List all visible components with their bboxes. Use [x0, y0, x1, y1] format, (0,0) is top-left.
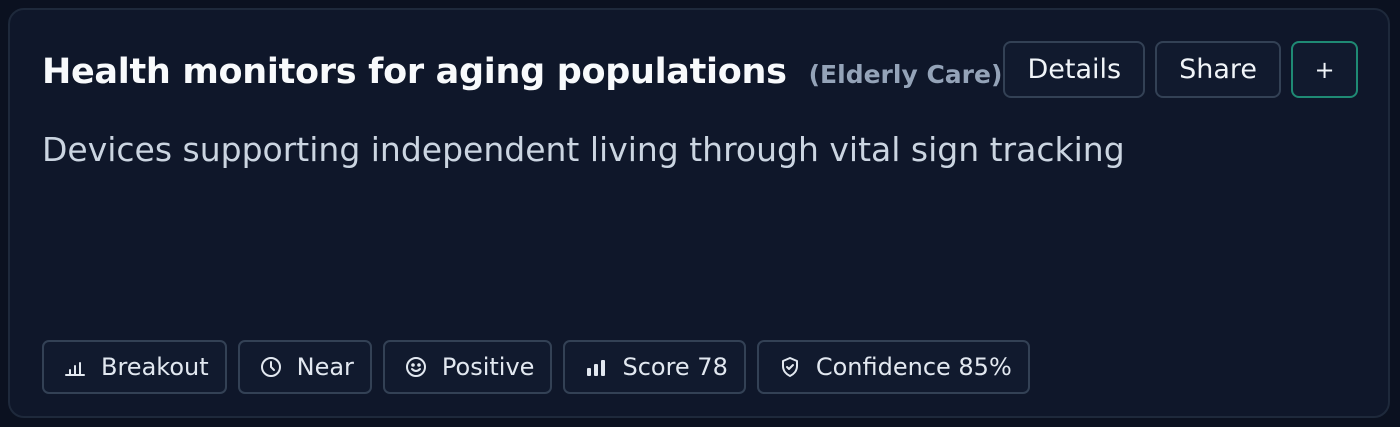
shield-check-icon: [777, 354, 803, 380]
tag-confidence: Confidence 85%: [756, 340, 1030, 394]
clock-icon: [258, 354, 284, 380]
tag-score: Score 78: [563, 340, 746, 394]
tag-label: Confidence 85%: [815, 353, 1012, 381]
smile-icon: [403, 354, 429, 380]
tag-label: Near: [296, 353, 354, 381]
tag-label: Positive: [441, 353, 535, 381]
category-label: (Elderly Care): [808, 60, 1003, 89]
details-button[interactable]: Details: [1003, 41, 1146, 98]
card-title: Health monitors for aging populations: [42, 52, 787, 92]
tag-breakout: Breakout: [42, 340, 227, 394]
card-actions: Details Share +: [1003, 41, 1358, 98]
title-row: Health monitors for aging populations (E…: [42, 52, 1002, 92]
trend-card: Health monitors for aging populations (E…: [8, 8, 1390, 418]
share-button[interactable]: Share: [1155, 41, 1281, 98]
tag-sentiment: Positive: [382, 340, 553, 394]
tag-label: Score 78: [622, 353, 728, 381]
signal-bars-icon: [583, 354, 609, 380]
tag-horizon: Near: [237, 340, 372, 394]
card-description: Devices supporting independent living th…: [42, 130, 1125, 169]
tag-list: Breakout Near Positive Score 78 Confiden…: [42, 340, 1030, 394]
bar-chart-icon: [62, 354, 88, 380]
add-button[interactable]: +: [1291, 41, 1358, 98]
tag-label: Breakout: [101, 353, 209, 381]
